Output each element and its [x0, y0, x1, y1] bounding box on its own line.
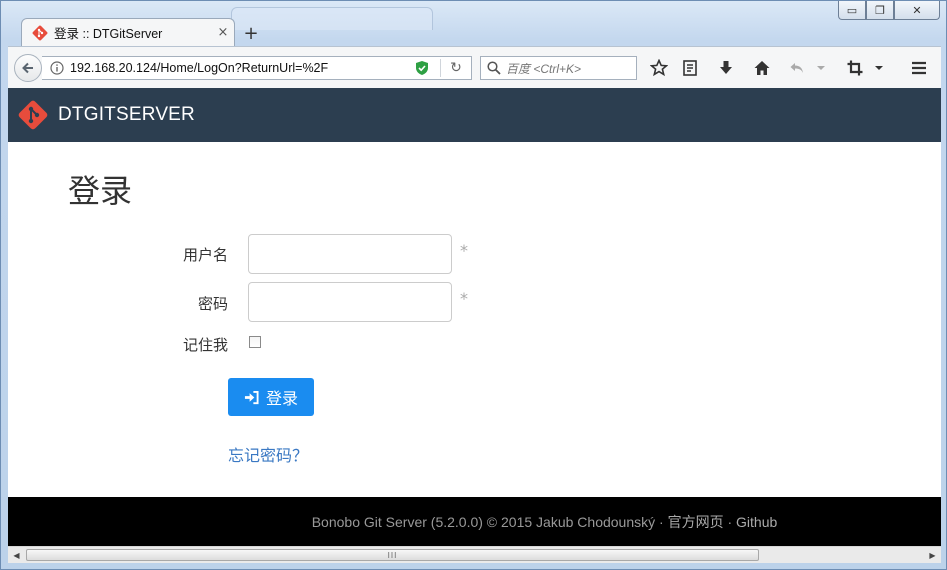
login-button[interactable]: 登录 — [228, 378, 314, 416]
search-placeholder: 百度 <Ctrl+K> — [506, 61, 582, 76]
scrollbar-thumb[interactable]: III — [26, 549, 759, 561]
footer: Bonobo Git Server (5.2.0.0) © 2015 Jakub… — [8, 497, 941, 546]
footer-separator: · — [723, 513, 737, 530]
maximize-button[interactable]: ❐ — [866, 1, 894, 20]
git-logo-icon[interactable] — [17, 99, 49, 131]
back-arrow-icon — [22, 62, 33, 74]
navigation-toolbar: 192.168.20.124/Home/LogOn?ReturnUrl=%2F … — [8, 46, 941, 88]
remember-me-checkbox[interactable] — [249, 336, 261, 348]
active-tab[interactable]: 登录 :: DTGitServer × — [21, 18, 235, 46]
undo-dropdown-icon[interactable] — [814, 57, 828, 79]
brand-name[interactable]: DTGITSERVER — [58, 104, 195, 126]
browser-window: ▭ ❐ ✕ 登录 :: DTGitServer × + 192.168.20.1… — [0, 0, 947, 570]
horizontal-scrollbar[interactable]: ◀ III ▶ — [8, 546, 941, 563]
page-content: DTGITSERVER 登录 用户名 * 密码 * 记住我 登录 忘记密码？ B… — [8, 88, 941, 546]
menu-icon[interactable] — [908, 57, 930, 79]
crop-dropdown-icon[interactable] — [872, 57, 886, 79]
login-button-label: 登录 — [265, 391, 298, 408]
search-bar[interactable]: 百度 <Ctrl+K> — [480, 56, 637, 80]
footer-github-link[interactable]: Github — [736, 514, 777, 530]
reload-icon[interactable]: ↻ — [441, 60, 471, 76]
download-icon[interactable] — [715, 57, 737, 79]
bookmark-star-icon[interactable] — [648, 57, 670, 79]
password-label: 密码 — [197, 296, 228, 313]
reading-list-icon[interactable] — [679, 57, 701, 79]
shield-icon[interactable] — [414, 60, 430, 76]
username-required-mark: * — [460, 241, 468, 260]
page-title: 登录 — [68, 173, 133, 209]
address-bar[interactable]: 192.168.20.124/Home/LogOn?ReturnUrl=%2F … — [42, 56, 472, 80]
navbar: DTGITSERVER — [8, 88, 941, 142]
url-text[interactable]: 192.168.20.124/Home/LogOn?ReturnUrl=%2F — [70, 61, 414, 75]
username-label: 用户名 — [182, 247, 228, 264]
window-controls: ▭ ❐ ✕ — [838, 1, 940, 20]
undo-icon[interactable] — [786, 57, 808, 79]
footer-credit: Bonobo Git Server (5.2.0.0) © 2015 Jakub… — [311, 513, 668, 530]
sign-in-icon — [244, 390, 259, 404]
password-required-mark: * — [460, 289, 468, 308]
search-icon — [487, 61, 501, 75]
footer-text: Bonobo Git Server (5.2.0.0) © 2015 Jakub… — [312, 512, 778, 532]
forgot-password-link[interactable]: 忘记密码？ — [228, 442, 308, 466]
new-tab-button[interactable]: + — [239, 21, 263, 45]
password-input[interactable] — [248, 282, 452, 322]
minimize-button[interactable]: ▭ — [838, 1, 866, 20]
footer-homepage-link[interactable]: 官方网页 — [668, 514, 724, 530]
crop-screenshot-icon[interactable] — [844, 57, 866, 79]
scroll-right-icon[interactable]: ▶ — [924, 547, 941, 563]
info-icon[interactable] — [50, 61, 64, 75]
tab-title: 登录 :: DTGitServer — [54, 27, 163, 41]
tab-close-icon[interactable]: × — [212, 25, 234, 40]
close-window-button[interactable]: ✕ — [894, 1, 940, 20]
home-icon[interactable] — [751, 57, 773, 79]
scroll-left-icon[interactable]: ◀ — [8, 547, 25, 563]
git-favicon-icon — [32, 25, 48, 40]
username-input[interactable] — [248, 234, 452, 274]
back-button[interactable] — [14, 54, 42, 82]
remember-me-label: 记住我 — [182, 337, 228, 354]
